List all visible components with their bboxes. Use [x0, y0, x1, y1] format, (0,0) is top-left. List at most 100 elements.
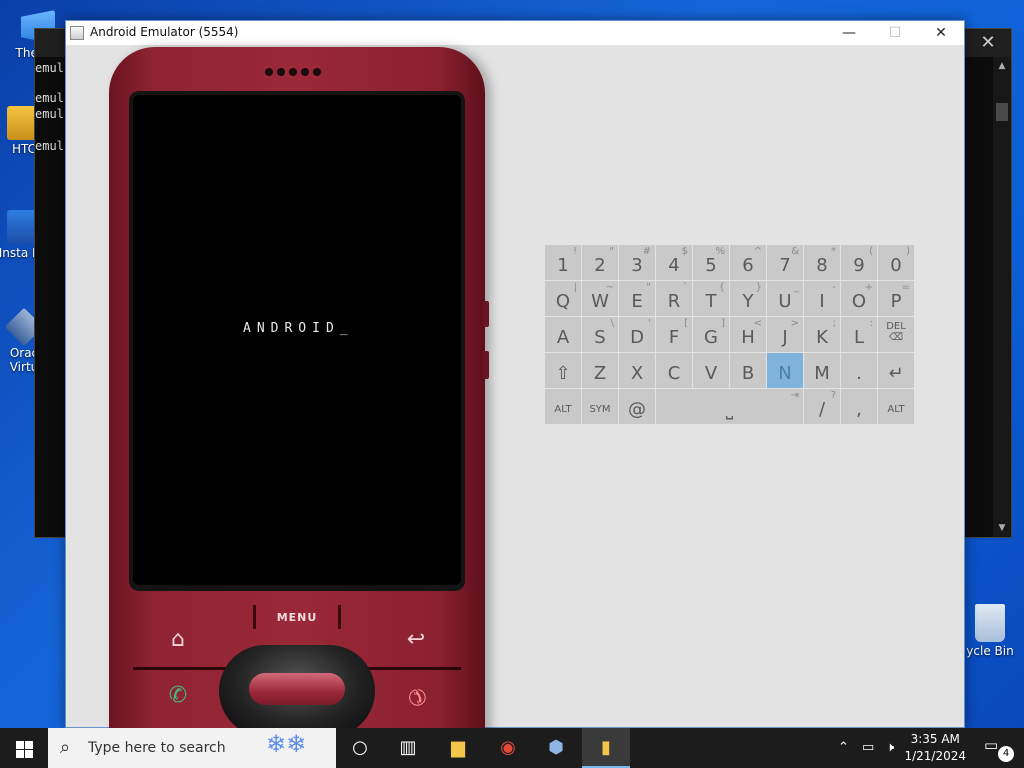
close-button[interactable]: ✕ — [918, 21, 964, 45]
chrome-icon[interactable]: ◉ — [484, 728, 532, 768]
key-4[interactable]: 4 $ — [656, 245, 692, 280]
emulator-window[interactable]: Android Emulator (5554) — ☐ ✕ ANDROID_ M… — [65, 20, 965, 747]
key-n[interactable]: N — [767, 353, 803, 388]
key-k[interactable]: K; — [804, 317, 840, 352]
call-icon[interactable]: ✆ — [163, 681, 193, 711]
key-h[interactable]: H < — [730, 317, 766, 352]
key-u[interactable]: U _ — [767, 281, 803, 316]
key-6[interactable]: 6 ^ — [730, 245, 766, 280]
divider — [361, 667, 461, 670]
key-sym4-5[interactable]: , — [841, 389, 877, 424]
key-sym4-2[interactable]: @ — [619, 389, 655, 424]
key-sym3-9[interactable]: ↵ — [878, 353, 914, 388]
scroll-up-icon[interactable]: ▲ — [993, 59, 1011, 73]
console-scrollbar[interactable]: ▲ ▼ — [993, 57, 1011, 537]
key-label: N — [778, 363, 792, 384]
phone-screen[interactable]: ANDROID_ — [133, 95, 461, 585]
key-i[interactable]: I- — [804, 281, 840, 316]
key-e[interactable]: E " — [619, 281, 655, 316]
network-icon[interactable]: ▭ — [862, 728, 874, 768]
key-label: 3 — [631, 255, 643, 276]
key-t[interactable]: T{ — [693, 281, 729, 316]
key-v[interactable]: V — [693, 353, 729, 388]
key-5[interactable]: 5% — [693, 245, 729, 280]
key-l[interactable]: L: — [841, 317, 877, 352]
key-a[interactable]: A — [545, 317, 581, 352]
key-q[interactable]: Q | — [545, 281, 581, 316]
emulator-taskbar-icon[interactable]: ▮ — [582, 728, 630, 768]
key-d[interactable]: D ' — [619, 317, 655, 352]
end-call-icon[interactable]: ✆ — [395, 675, 437, 717]
task-view-icon[interactable]: ▥ — [384, 728, 432, 768]
phone-skin: ANDROID_ MENU ⌂ ↩ ✆ ✆ — [109, 47, 489, 747]
scroll-down-icon[interactable]: ▼ — [993, 521, 1011, 535]
volume-up-button[interactable] — [483, 301, 489, 327]
key-w[interactable]: W ~ — [582, 281, 618, 316]
maximize-button[interactable]: ☐ — [872, 21, 918, 45]
desktop-icon-recycle-bin[interactable]: ycle Bin — [956, 604, 1024, 658]
search-icon: ⌕ — [60, 737, 71, 758]
back-icon[interactable]: ↩ — [401, 625, 431, 655]
key-3[interactable]: 3 # — [619, 245, 655, 280]
key-c[interactable]: C — [656, 353, 692, 388]
home-icon[interactable]: ⌂ — [163, 625, 193, 655]
key-label: 9 — [853, 255, 865, 276]
key-9[interactable]: 9( — [841, 245, 877, 280]
cortana-icon[interactable]: ○ — [336, 728, 384, 768]
tray-chevron-icon[interactable]: ⌃ — [838, 728, 849, 768]
key-o[interactable]: O + — [841, 281, 877, 316]
desktop-icon-label: ycle Bin — [966, 644, 1014, 658]
key-8[interactable]: 8 * — [804, 245, 840, 280]
key-label: / — [818, 399, 826, 420]
key-alt[interactable]: ALT — [878, 389, 914, 424]
key-1[interactable]: 1! — [545, 245, 581, 280]
key-label: 1 — [557, 255, 569, 276]
clock[interactable]: 3:35 AM 1/21/2024 — [904, 731, 966, 765]
clock-time: 3:35 AM — [910, 732, 960, 746]
volume-down-button[interactable] — [483, 351, 489, 379]
key-alt[interactable]: ALT — [545, 389, 581, 424]
key-r[interactable]: R ` — [656, 281, 692, 316]
file-explorer-icon[interactable]: ▆ — [434, 728, 482, 768]
key-s[interactable]: S \ — [582, 317, 618, 352]
key-label: @ — [628, 399, 646, 420]
key-f[interactable]: F[ — [656, 317, 692, 352]
key-g[interactable]: G] — [693, 317, 729, 352]
emulator-titlebar[interactable]: Android Emulator (5554) — ☐ ✕ — [66, 21, 964, 45]
key-b[interactable]: B — [730, 353, 766, 388]
key-sym4-4[interactable]: /? — [804, 389, 840, 424]
start-button[interactable] — [0, 728, 48, 768]
dpad-center-button[interactable] — [249, 673, 345, 705]
key-7[interactable]: 7 & — [767, 245, 803, 280]
key-p[interactable]: P = — [878, 281, 914, 316]
volume-muted-icon[interactable]: 🕨 — [886, 728, 894, 768]
key-j[interactable]: J > — [767, 317, 803, 352]
key-sym3-0[interactable]: ⇧ — [545, 353, 581, 388]
key-0[interactable]: 0) — [878, 245, 914, 280]
key-y[interactable]: Y} — [730, 281, 766, 316]
console-line: emul — [35, 61, 64, 75]
key-label: V — [704, 363, 718, 384]
key-sym3-8[interactable]: . — [841, 353, 877, 388]
key-label: R — [667, 291, 681, 312]
key-z[interactable]: Z — [582, 353, 618, 388]
notification-icon[interactable]: ▭ 4 — [984, 736, 1014, 762]
key-alt-label: = — [901, 282, 910, 293]
menu-button[interactable]: MENU — [253, 605, 341, 629]
dpad[interactable] — [219, 645, 375, 737]
key-x[interactable]: X — [619, 353, 655, 388]
key-del[interactable]: DEL ⌫ — [878, 317, 914, 352]
console-close-button[interactable]: ✕ — [977, 32, 999, 54]
taskbar-search[interactable]: ⌕ Type here to search ❄❄ — [48, 728, 336, 768]
key-sym4-3[interactable]: ⎵ ⇥ — [656, 389, 803, 424]
console-line: emul — [35, 91, 64, 105]
key-sym[interactable]: SYM — [582, 389, 618, 424]
key-label: L — [853, 327, 865, 348]
minimize-button[interactable]: — — [826, 21, 872, 45]
key-label: O — [851, 291, 867, 312]
key-m[interactable]: M — [804, 353, 840, 388]
key-2[interactable]: 2 " — [582, 245, 618, 280]
scroll-thumb[interactable] — [996, 103, 1008, 121]
virtualbox-taskbar-icon[interactable]: ⬢ — [532, 728, 580, 768]
key-label: ALT — [554, 404, 572, 415]
